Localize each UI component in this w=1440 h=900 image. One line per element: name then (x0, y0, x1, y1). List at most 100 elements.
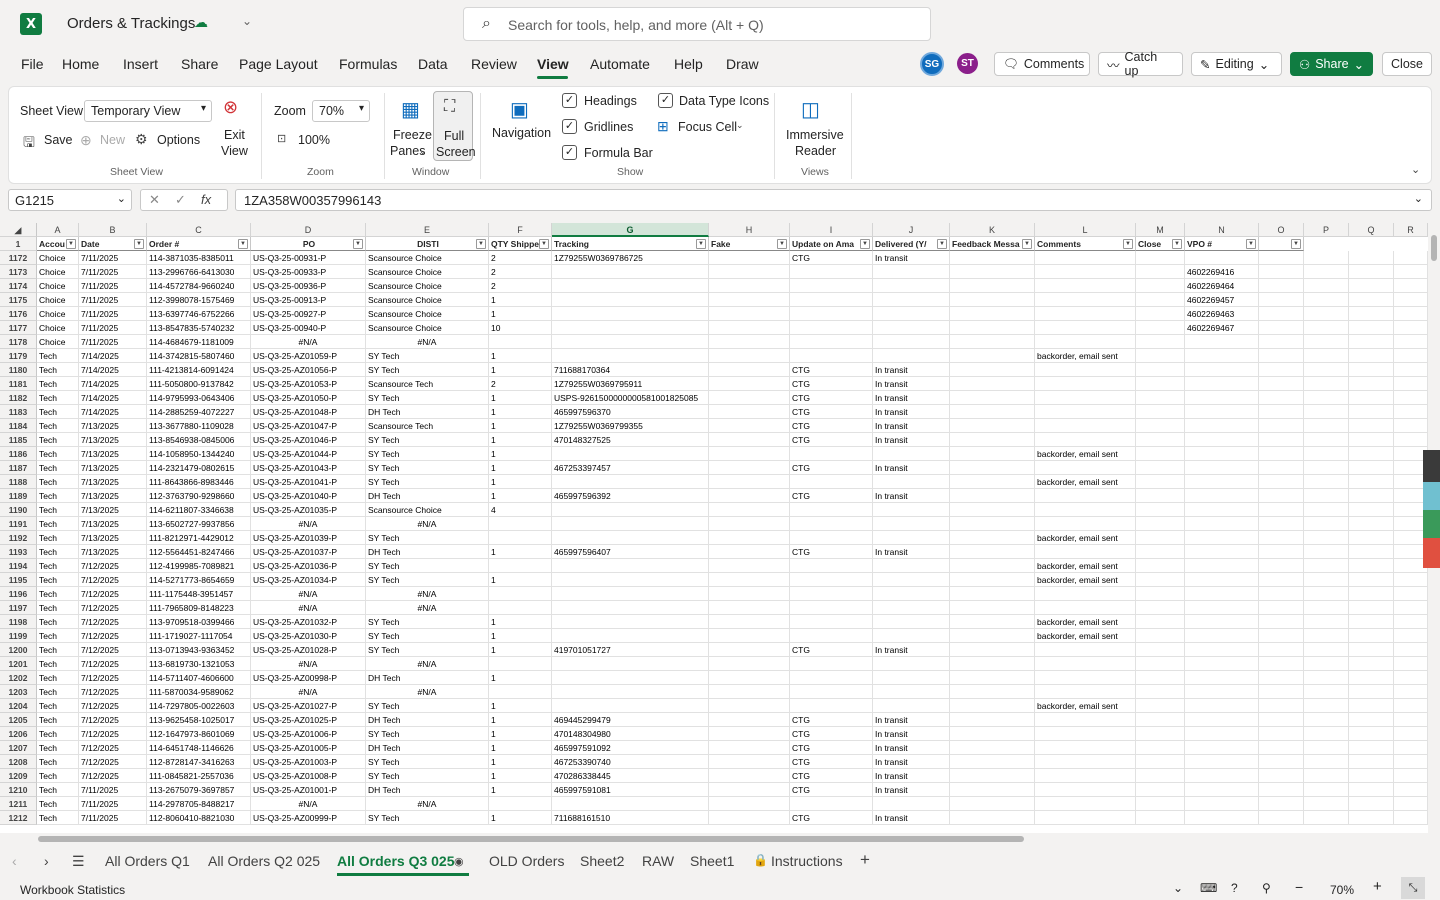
table-cell[interactable]: SY Tech (366, 769, 489, 783)
table-cell[interactable]: 467253397457 (552, 461, 709, 475)
new-button[interactable]: New (100, 133, 125, 147)
table-cell[interactable] (950, 363, 1035, 377)
table-cell[interactable] (950, 587, 1035, 601)
table-cell[interactable]: US-Q3-25-AZ00999-P (251, 811, 366, 825)
table-cell[interactable] (1259, 643, 1304, 657)
table-cell[interactable]: 112-8728147-3416263 (147, 755, 251, 769)
table-cell[interactable]: Scansource Choice (366, 279, 489, 293)
row-header[interactable]: 1194 (0, 559, 37, 573)
row-header[interactable]: 1175 (0, 293, 37, 307)
table-cell[interactable] (1259, 503, 1304, 517)
table-cell[interactable]: Tech (37, 741, 79, 755)
table-cell[interactable]: 1 (489, 433, 552, 447)
table-cell[interactable]: 1 (489, 489, 552, 503)
table-cell[interactable] (873, 629, 950, 643)
table-cell[interactable]: 112-3763790-9298660 (147, 489, 251, 503)
table-cell[interactable] (1136, 587, 1185, 601)
table-cell[interactable] (873, 699, 950, 713)
table-header-cell[interactable]: Feedback Messa ▼ (950, 237, 1035, 251)
table-cell[interactable]: 7/11/2025 (79, 811, 147, 825)
table-cell[interactable] (1136, 531, 1185, 545)
table-cell[interactable]: 7/12/2025 (79, 559, 147, 573)
table-cell[interactable] (950, 293, 1035, 307)
table-cell[interactable] (1035, 685, 1136, 699)
table-cell[interactable] (1136, 461, 1185, 475)
table-cell[interactable] (1259, 559, 1304, 573)
table-cell[interactable]: SY Tech (366, 699, 489, 713)
table-cell[interactable] (1394, 727, 1428, 741)
table-cell[interactable] (1349, 363, 1394, 377)
table-cell[interactable]: #N/A (251, 335, 366, 349)
table-cell[interactable]: 4 (489, 503, 552, 517)
table-cell[interactable] (1185, 643, 1259, 657)
table-cell[interactable]: CTG (790, 769, 873, 783)
table-cell[interactable] (1304, 573, 1349, 587)
table-cell[interactable] (1394, 377, 1428, 391)
table-cell[interactable] (1136, 419, 1185, 433)
table-cell[interactable] (873, 797, 950, 811)
table-cell[interactable]: US-Q3-25-00931-P (251, 251, 366, 265)
table-cell[interactable] (1136, 363, 1185, 377)
table-cell[interactable] (1035, 489, 1136, 503)
table-cell[interactable] (709, 293, 790, 307)
table-cell[interactable]: SY Tech (366, 433, 489, 447)
table-cell[interactable] (1185, 475, 1259, 489)
table-cell[interactable]: Tech (37, 713, 79, 727)
table-cell[interactable]: 1 (489, 363, 552, 377)
table-cell[interactable]: 111-5870034-9589062 (147, 685, 251, 699)
table-cell[interactable]: 1 (489, 419, 552, 433)
table-cell[interactable] (489, 601, 552, 615)
vertical-scroll-thumb[interactable] (1431, 235, 1437, 261)
table-cell[interactable]: Tech (37, 769, 79, 783)
table-cell[interactable] (1035, 279, 1136, 293)
table-cell[interactable] (1349, 461, 1394, 475)
table-cell[interactable] (950, 559, 1035, 573)
table-cell[interactable]: backorder, email sent (1035, 559, 1136, 573)
filter-dropdown-icon[interactable]: ▼ (476, 239, 486, 249)
side-panel-tab[interactable] (1423, 450, 1440, 482)
table-cell[interactable] (873, 321, 950, 335)
table-cell[interactable]: 4602269467 (1185, 321, 1259, 335)
table-cell[interactable] (1304, 713, 1349, 727)
table-cell[interactable]: US-Q3-25-AZ01044-P (251, 447, 366, 461)
sheet-tab-q2[interactable]: All Orders Q2 025 (208, 853, 320, 869)
table-cell[interactable]: 7/13/2025 (79, 531, 147, 545)
table-cell[interactable] (1035, 251, 1136, 265)
table-cell[interactable]: SY Tech (366, 755, 489, 769)
exit-view-icon[interactable]: ⊗ (223, 97, 238, 118)
row-header[interactable]: 1209 (0, 769, 37, 783)
table-cell[interactable] (950, 727, 1035, 741)
filter-dropdown-icon[interactable]: ▼ (1172, 239, 1182, 249)
table-cell[interactable]: Tech (37, 503, 79, 517)
table-cell[interactable] (552, 797, 709, 811)
row-header[interactable]: 1207 (0, 741, 37, 755)
table-cell[interactable]: 7/12/2025 (79, 587, 147, 601)
table-cell[interactable] (790, 321, 873, 335)
row-header[interactable]: 1198 (0, 615, 37, 629)
table-cell[interactable] (1136, 265, 1185, 279)
table-cell[interactable]: #N/A (366, 657, 489, 671)
table-cell[interactable] (1259, 447, 1304, 461)
table-cell[interactable] (489, 531, 552, 545)
exit-full-screen-icon[interactable]: ⤡ (1401, 877, 1425, 899)
table-cell[interactable]: 113-9625458-1025017 (147, 713, 251, 727)
table-cell[interactable] (873, 349, 950, 363)
table-cell[interactable] (552, 475, 709, 489)
table-cell[interactable] (1259, 251, 1304, 265)
row-header[interactable]: 1190 (0, 503, 37, 517)
table-cell[interactable] (1136, 727, 1185, 741)
workbook-statistics[interactable]: Workbook Statistics (20, 883, 125, 897)
filter-dropdown-icon[interactable]: ▼ (353, 239, 363, 249)
tab-home[interactable]: Home (62, 56, 99, 72)
table-cell[interactable]: #N/A (251, 797, 366, 811)
table-cell[interactable] (790, 279, 873, 293)
column-header-m[interactable]: M (1136, 223, 1185, 237)
column-header-b[interactable]: B (79, 223, 147, 237)
table-cell[interactable]: CTG (790, 643, 873, 657)
exit-view-button[interactable]: Exit (224, 128, 245, 142)
table-cell[interactable] (1349, 279, 1394, 293)
table-cell[interactable] (709, 643, 790, 657)
table-cell[interactable] (1185, 531, 1259, 545)
table-cell[interactable] (1185, 601, 1259, 615)
table-cell[interactable] (552, 321, 709, 335)
